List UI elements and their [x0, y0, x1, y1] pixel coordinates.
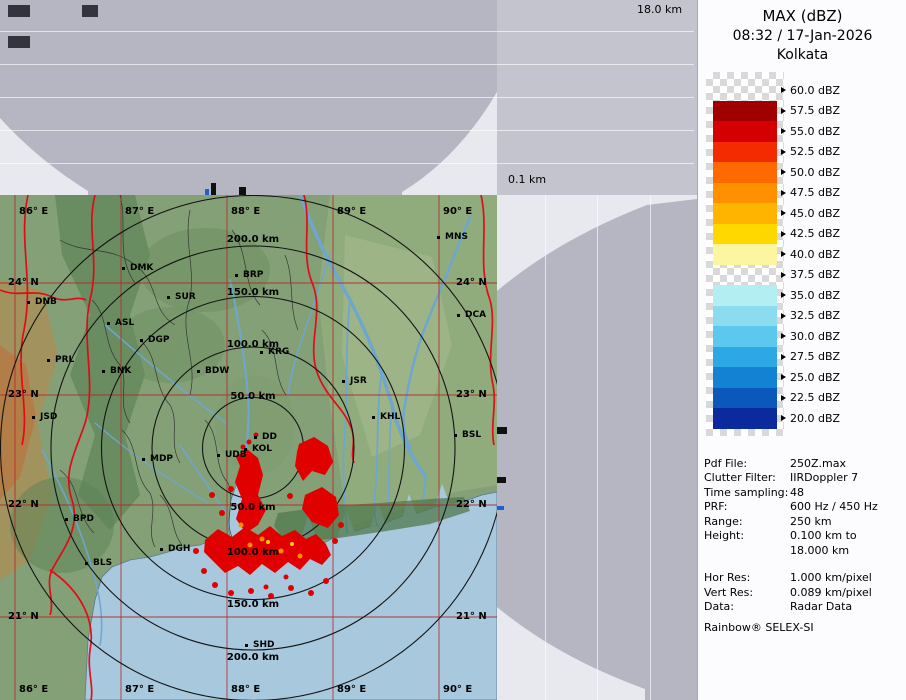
product-title: MAX (dBZ): [698, 7, 906, 25]
metadata-value: 18.000 km: [790, 544, 849, 557]
height-gridline: [0, 130, 694, 131]
metadata-row: Data:Radar Data: [704, 600, 904, 615]
station-name: Kolkata: [698, 47, 906, 63]
metadata-label: Hor Res:: [704, 571, 790, 584]
map-viewport[interactable]: 86° E86° E87° E87° E88° E88° E89° E89° E…: [0, 195, 497, 700]
height-gridline: [0, 163, 694, 164]
metadata-row: Clutter Filter:IIRDoppler 7: [704, 471, 904, 486]
metadata-value: 1.000 km/pixel: [790, 571, 872, 584]
legend-swatch: [713, 121, 777, 142]
metadata-row: Range:250 km: [704, 514, 904, 529]
legend-swatch: [713, 347, 777, 368]
legend-entry-label: 47.5 dBZ: [790, 183, 840, 204]
height-gridline: [0, 31, 694, 32]
metadata-label: Pdf File:: [704, 457, 790, 470]
metadata-row: Pdf File:250Z.max: [704, 456, 904, 471]
metadata-row: PRF:600 Hz / 450 Hz: [704, 500, 904, 515]
metadata-value: 250 km: [790, 515, 832, 528]
legend-swatch: [713, 265, 777, 286]
legend-metadata: Pdf File:250Z.maxClutter Filter:IIRDoppl…: [704, 456, 904, 614]
legend-swatch: [713, 203, 777, 224]
legend-entry-label: 42.5 dBZ: [790, 224, 840, 245]
metadata-row: Vert Res:0.089 km/pixel: [704, 585, 904, 600]
metadata-label: Vert Res:: [704, 586, 790, 599]
side-projection-panel: [497, 195, 697, 700]
metadata-value: 48: [790, 486, 804, 499]
height-axis-max-label: 18.0 km: [637, 3, 682, 16]
legend-entry-label: 30.0 dBZ: [790, 326, 840, 347]
echo-profile-mark: [497, 427, 507, 434]
legend-panel: MAX (dBZ) 08:32 / 17-Jan-2026 Kolkata 60…: [697, 0, 906, 700]
metadata-label: Range:: [704, 515, 790, 528]
metadata-value: 0.089 km/pixel: [790, 586, 872, 599]
legend-swatch: [713, 388, 777, 409]
legend-swatch: [713, 183, 777, 204]
legend-swatch: [713, 101, 777, 122]
echo-profile-mark-blue: [497, 506, 504, 510]
map-graphic: [0, 195, 497, 700]
legend-entry-label: 20.0 dBZ: [790, 408, 840, 429]
ui-artifact: [82, 5, 98, 17]
metadata-value: Radar Data: [790, 600, 852, 613]
legend-entry-label: 57.5 dBZ: [790, 101, 840, 122]
legend-entry-label: 40.0 dBZ: [790, 244, 840, 265]
legend-swatch: [713, 367, 777, 388]
height-axis-min-label: 0.1 km: [508, 173, 546, 186]
metadata-label: Clutter Filter:: [704, 471, 790, 484]
radar-display-window: 18.0 km 0.1 km: [0, 0, 906, 700]
metadata-row: Time sampling:48: [704, 485, 904, 500]
echo-profile-mark: [239, 187, 246, 195]
legend-entry-label: 35.0 dBZ: [790, 285, 840, 306]
legend-swatch: [713, 244, 777, 265]
legend-entry-label: 32.5 dBZ: [790, 306, 840, 327]
height-gridline: [650, 195, 651, 700]
metadata-value: 600 Hz / 450 Hz: [790, 500, 878, 513]
legend-swatch: [713, 142, 777, 163]
metadata-label: Time sampling:: [704, 486, 790, 499]
legend-entry-label: 45.0 dBZ: [790, 203, 840, 224]
metadata-label: Height:: [704, 529, 790, 542]
legend-entry-label: 22.5 dBZ: [790, 388, 840, 409]
echo-profile-mark: [497, 477, 506, 483]
height-gridline: [0, 97, 694, 98]
metadata-label: PRF:: [704, 500, 790, 513]
colorbar-labels: 60.0 dBZ57.5 dBZ55.0 dBZ52.5 dBZ50.0 dBZ…: [790, 80, 840, 429]
echo-profile-mark: [211, 183, 216, 195]
product-datetime: 08:32 / 17-Jan-2026: [698, 28, 906, 44]
legend-swatch: [713, 408, 777, 429]
metadata-label: Data:: [704, 600, 790, 613]
legend-swatch: [713, 326, 777, 347]
metadata-value: 0.100 km to: [790, 529, 857, 542]
legend-swatch: [713, 285, 777, 306]
legend-entry-label: 27.5 dBZ: [790, 347, 840, 368]
metadata-row: 18.000 km: [704, 543, 904, 558]
legend-entry-label: 55.0 dBZ: [790, 121, 840, 142]
legend-entry-label: 52.5 dBZ: [790, 142, 840, 163]
software-brand: Rainbow® SELEX-SI: [704, 621, 814, 634]
metadata-value: 250Z.max: [790, 457, 846, 470]
legend-entry-label: 37.5 dBZ: [790, 265, 840, 286]
colorbar: [713, 80, 777, 429]
legend-entry-label: 25.0 dBZ: [790, 367, 840, 388]
legend-entry-label: 60.0 dBZ: [790, 80, 840, 101]
metadata-value: IIRDoppler 7: [790, 471, 858, 484]
ui-artifact: [8, 5, 30, 17]
legend-swatch: [713, 80, 777, 101]
metadata-row: Hor Res:1.000 km/pixel: [704, 571, 904, 586]
legend-swatch: [713, 162, 777, 183]
legend-entry-label: 50.0 dBZ: [790, 162, 840, 183]
legend-swatch: [713, 306, 777, 327]
height-gridline: [545, 195, 546, 700]
ui-artifact: [8, 36, 30, 48]
height-gridline: [597, 195, 598, 700]
height-gridline: [0, 64, 694, 65]
metadata-row: Height:0.100 km to: [704, 529, 904, 544]
legend-swatch: [713, 224, 777, 245]
